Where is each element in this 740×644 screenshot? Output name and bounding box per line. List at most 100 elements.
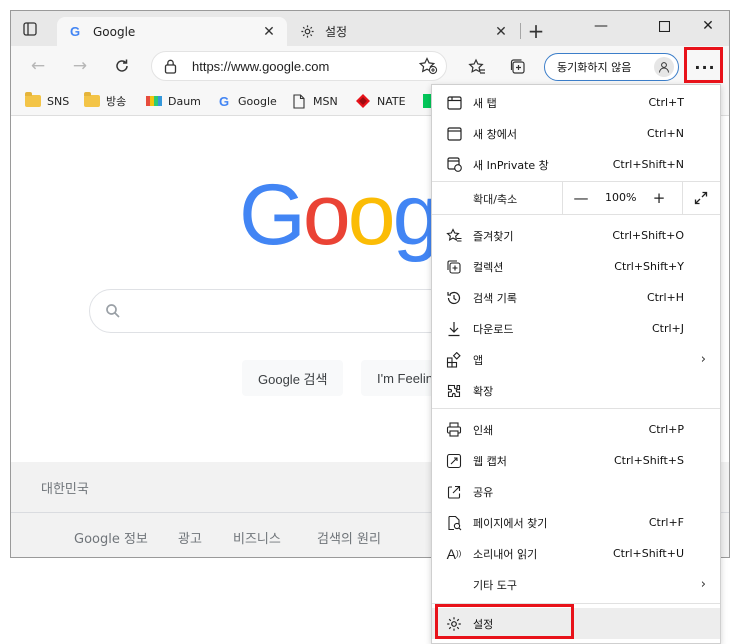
menu-item-collections[interactable]: 컬렉션 Ctrl+Shift+Y [432, 251, 720, 282]
tab-settings[interactable]: 설정 ✕ [289, 17, 519, 46]
new-tab-button[interactable]: + [525, 19, 547, 43]
menu-item-new-window[interactable]: 새 창에서 Ctrl+N [432, 118, 720, 149]
menu-shortcut: Ctrl+Shift+N [612, 158, 684, 171]
favorite-label: Daum [168, 94, 201, 108]
tab-google[interactable]: G Google ✕ [57, 17, 287, 46]
menu-item-new-inprivate[interactable]: 새 InPrivate 창 Ctrl+Shift+N [432, 149, 720, 180]
favorite-label: Google [238, 94, 277, 108]
history-icon [445, 289, 463, 307]
find-on-page-icon [445, 514, 463, 532]
fullscreen-button[interactable] [688, 186, 714, 210]
highlight-settings-item [435, 604, 574, 639]
menu-item-extensions[interactable]: 확장 [432, 375, 720, 406]
menu-label: 웹 캡처 [473, 454, 507, 468]
menu-shortcut: Ctrl+H [646, 291, 684, 304]
footer-link-about[interactable]: Google 정보 [74, 528, 148, 547]
favorite-label: MSN [313, 94, 338, 108]
menu-label: 인쇄 [473, 423, 494, 437]
minimize-button[interactable]: — [586, 15, 616, 37]
favorite-item-sns[interactable]: SNS [25, 92, 69, 110]
refresh-button[interactable] [109, 54, 135, 78]
extensions-icon [445, 382, 463, 400]
search-icon [106, 304, 120, 318]
menu-item-favorites[interactable]: 즐겨찾기 Ctrl+Shift+O [432, 220, 720, 251]
fullscreen-icon [694, 191, 708, 205]
google-logo: Goog [239, 167, 440, 263]
menu-label: 앱 [473, 353, 484, 367]
zoom-divider [562, 182, 563, 214]
zoom-in-button[interactable]: + [646, 186, 672, 210]
maximize-button[interactable] [649, 15, 679, 37]
collections-icon [510, 59, 525, 74]
read-aloud-icon: A)) [446, 545, 462, 562]
apps-icon [445, 351, 463, 369]
menu-shortcut: Ctrl+J [651, 322, 684, 335]
menu-label: 공유 [473, 485, 494, 499]
menu-label: 새 InPrivate 창 [473, 158, 549, 172]
tab-title: 설정 [325, 25, 348, 39]
folder-icon [84, 92, 100, 108]
menu-separator [432, 408, 720, 409]
collections-button[interactable] [507, 56, 529, 78]
add-favorite-icon[interactable] [418, 57, 438, 75]
maximize-icon [658, 20, 670, 32]
forward-button[interactable]: → [67, 54, 93, 78]
menu-shortcut: Ctrl+Shift+S [614, 454, 684, 467]
address-toolbar: ← → https://www.google.com 동기화하지 않음 ··· [11, 46, 729, 86]
menu-item-print[interactable]: 인쇄 Ctrl+P [432, 414, 720, 445]
menu-shortcut: Ctrl+P [648, 423, 684, 436]
tab-actions-button[interactable] [19, 19, 41, 39]
menu-shortcut: Ctrl+Shift+Y [614, 260, 684, 273]
sync-profile-button[interactable]: 동기화하지 않음 [544, 53, 679, 81]
print-icon [445, 421, 463, 439]
favorites-icon [445, 227, 463, 245]
chevron-right-icon: › [700, 352, 706, 367]
footer-link-business[interactable]: 비즈니스 [233, 528, 281, 547]
menu-label: 검색 기록 [473, 291, 517, 305]
daum-icon [146, 94, 162, 108]
menu-shortcut: Ctrl+N [646, 127, 684, 140]
menu-item-downloads[interactable]: 다운로드 Ctrl+J [432, 313, 720, 344]
sync-label: 동기화하지 않음 [557, 61, 632, 74]
favorite-item-google[interactable]: G Google [216, 92, 277, 110]
gear-icon [299, 24, 315, 40]
new-tab-icon [445, 94, 463, 112]
feeling-lucky-button[interactable]: I'm Feeling Lucky [361, 360, 439, 396]
tab-actions-icon [23, 22, 37, 36]
menu-item-history[interactable]: 검색 기록 Ctrl+H [432, 282, 720, 313]
favorite-item-daum[interactable]: Daum [146, 92, 201, 110]
menu-item-web-capture[interactable]: 웹 캡처 Ctrl+Shift+S [432, 445, 720, 476]
menu-item-read-aloud[interactable]: A)) 소리내어 읽기 Ctrl+Shift+U [432, 538, 720, 569]
favorites-star-icon [468, 58, 485, 74]
back-button[interactable]: ← [25, 54, 51, 78]
footer-link-how-search-works[interactable]: 검색의 원리 [317, 528, 381, 547]
close-window-button[interactable]: ✕ [693, 15, 723, 37]
favorites-button[interactable] [466, 56, 488, 78]
menu-shortcut: Ctrl+Shift+U [612, 547, 684, 560]
web-capture-icon [445, 452, 463, 470]
favorite-item-broadcast[interactable]: 방송 [84, 92, 126, 110]
favorite-item-msn[interactable]: MSN [291, 92, 338, 110]
menu-label: 다운로드 [473, 322, 514, 336]
zoom-label: 확대/축소 [473, 193, 518, 206]
close-tab-icon[interactable]: ✕ [493, 24, 509, 40]
menu-label: 소리내어 읽기 [473, 547, 538, 561]
menu-item-more-tools[interactable]: 기타 도구 › [432, 569, 720, 600]
close-tab-icon[interactable]: ✕ [261, 24, 277, 40]
tab-strip: G Google ✕ 설정 ✕ + — ✕ [11, 11, 729, 46]
google-icon: G [218, 93, 230, 109]
google-search-button[interactable]: Google 검색 [242, 360, 344, 396]
new-window-icon [445, 125, 463, 143]
share-icon [445, 483, 463, 501]
nate-icon [355, 94, 371, 108]
menu-item-new-tab[interactable]: 새 탭 Ctrl+T [432, 87, 720, 118]
menu-label: 컬렉션 [473, 260, 504, 274]
footer-link-ads[interactable]: 광고 [178, 528, 202, 547]
favorite-item-nate[interactable]: NATE [355, 92, 406, 110]
menu-item-apps[interactable]: 앱 › [432, 344, 720, 375]
highlight-more-button [684, 47, 723, 83]
zoom-out-button[interactable]: — [568, 186, 594, 210]
menu-item-share[interactable]: 공유 [432, 476, 720, 507]
menu-item-find-on-page[interactable]: 페이지에서 찾기 Ctrl+F [432, 507, 720, 538]
address-bar[interactable]: https://www.google.com [151, 51, 447, 81]
